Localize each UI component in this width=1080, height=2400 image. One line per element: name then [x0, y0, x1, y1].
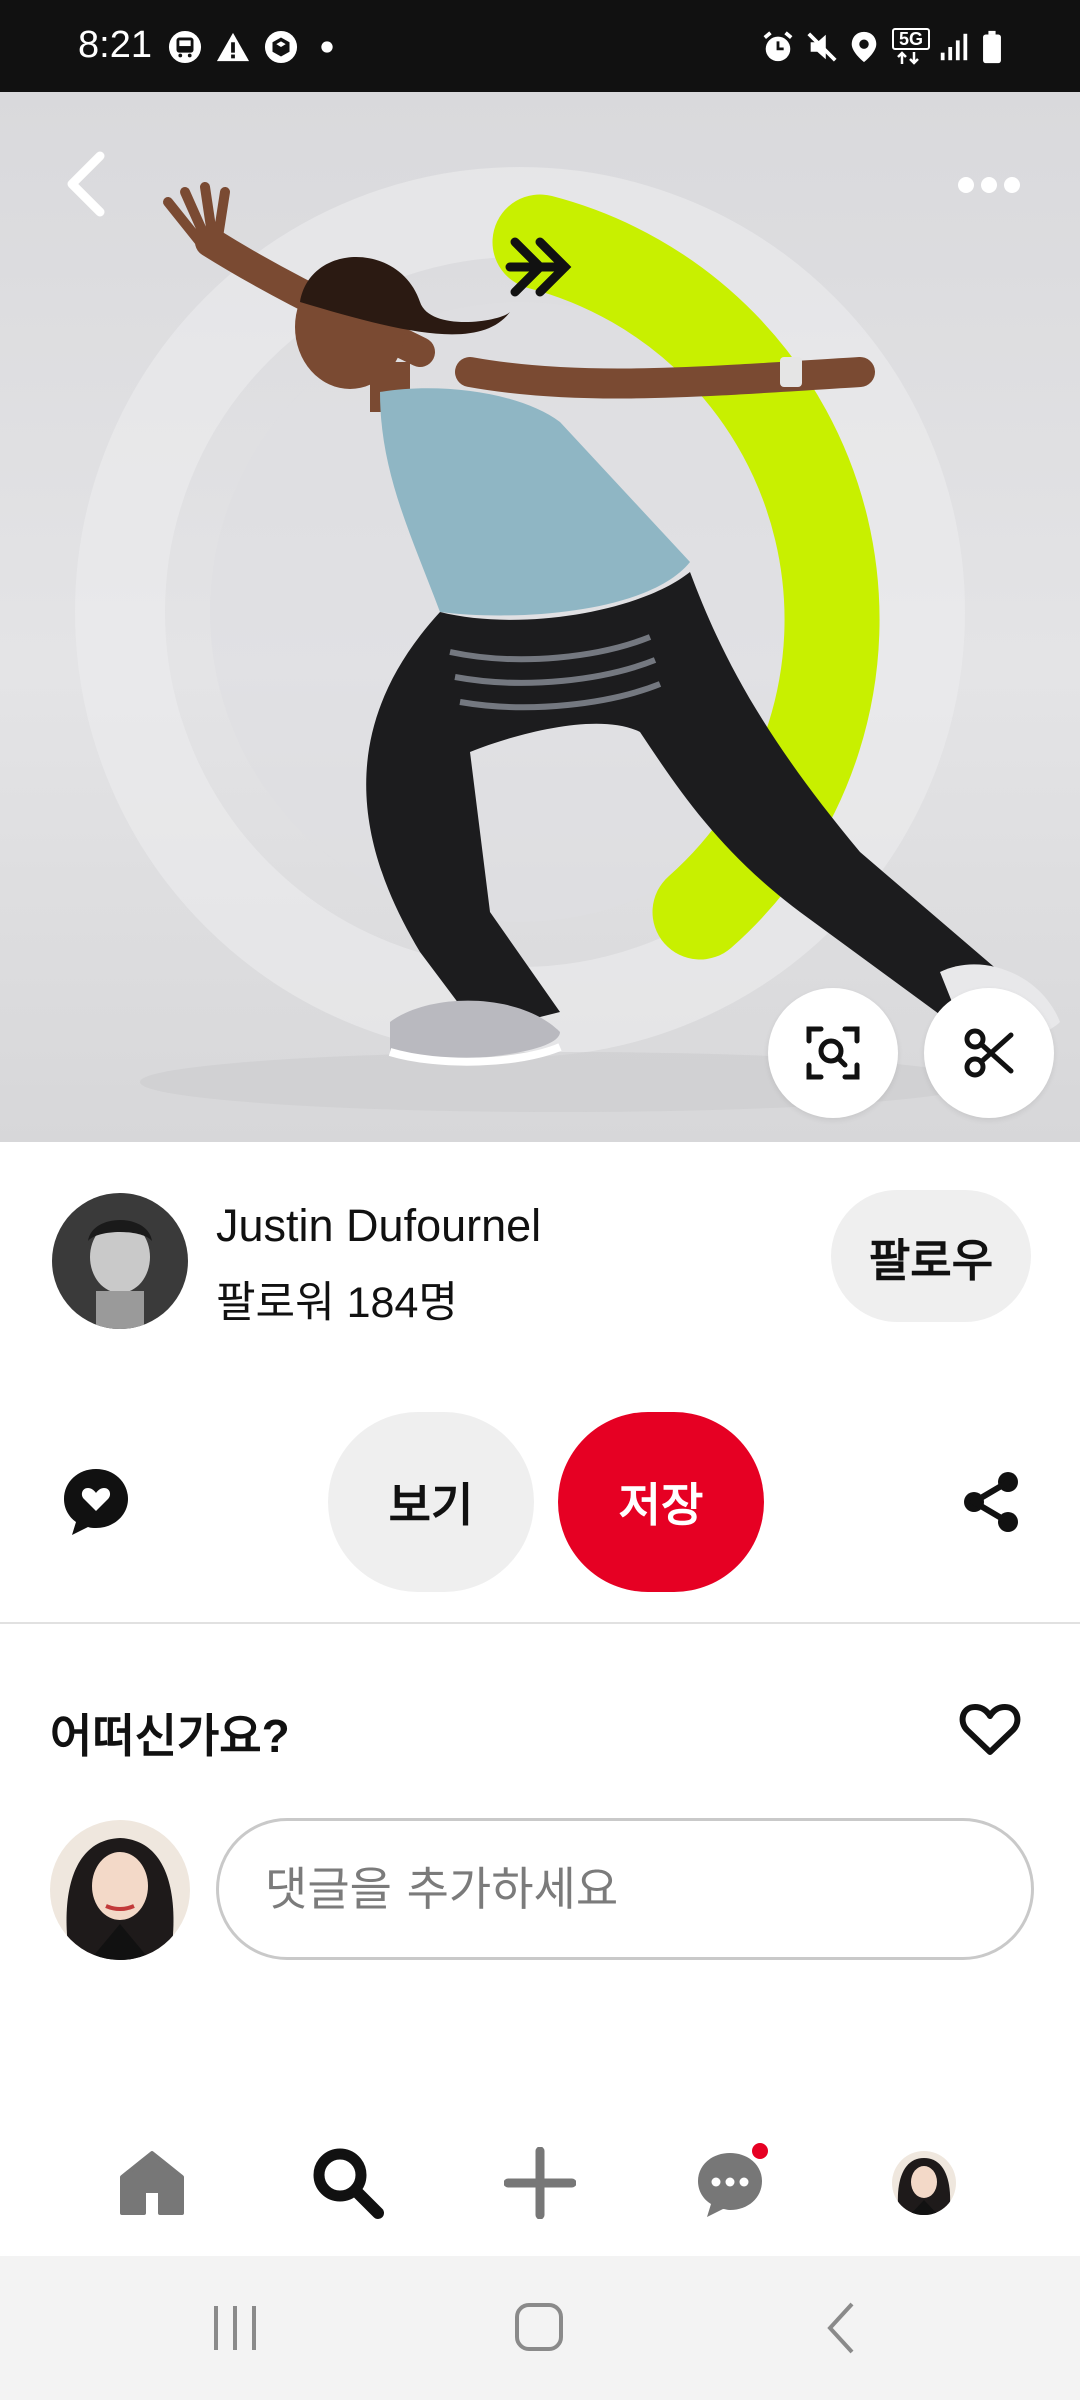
- location-icon: [851, 31, 877, 63]
- profile-avatar: [892, 2151, 956, 2215]
- more-options-icon[interactable]: [954, 170, 1024, 200]
- nav-messages[interactable]: [672, 2110, 792, 2256]
- section-divider: [0, 1622, 1080, 1624]
- battery-icon: [983, 30, 1001, 64]
- dot-icon: [321, 41, 333, 53]
- comment-input[interactable]: [216, 1818, 1034, 1960]
- nav-search[interactable]: [288, 2110, 408, 2256]
- package-icon: [264, 30, 298, 64]
- status-time: 8:21: [78, 24, 152, 66]
- home-button[interactable]: [512, 2300, 566, 2354]
- nav-create[interactable]: [480, 2110, 600, 2256]
- runner-illustration: [75, 167, 1060, 1112]
- messages-icon: [698, 2143, 768, 2217]
- home-icon: [120, 2151, 184, 2215]
- user-avatar: [50, 1820, 190, 1960]
- follow-button[interactable]: 팔로우: [831, 1190, 1031, 1322]
- bottom-navigation: [0, 2110, 1080, 2256]
- view-button[interactable]: 보기: [328, 1412, 534, 1592]
- system-navigation-bar: [0, 2256, 1080, 2400]
- signal-icon: [940, 33, 968, 61]
- comment-reaction-icon[interactable]: [60, 1465, 132, 1539]
- notification-dot: [752, 2143, 768, 2159]
- back-button[interactable]: [822, 2300, 862, 2356]
- mute-icon: [807, 32, 837, 62]
- heart-icon[interactable]: [958, 1700, 1022, 1758]
- visual-search-button[interactable]: [768, 988, 898, 1118]
- status-bar: 8:21 5G: [0, 0, 1080, 92]
- nav-profile[interactable]: [864, 2110, 984, 2256]
- comments-heading: 어떠신가요?: [50, 1710, 290, 1762]
- share-icon[interactable]: [960, 1470, 1022, 1534]
- save-button[interactable]: 저장: [558, 1412, 764, 1592]
- pin-image[interactable]: [0, 92, 1080, 1142]
- author-avatar[interactable]: [52, 1193, 188, 1329]
- nav-home[interactable]: [92, 2110, 212, 2256]
- recents-button[interactable]: [210, 2302, 260, 2354]
- back-arrow-icon[interactable]: [60, 148, 112, 220]
- search-icon: [313, 2148, 384, 2219]
- lens-search-icon: [806, 1026, 860, 1080]
- bus-icon: [168, 30, 202, 64]
- add-icon: [504, 2147, 576, 2219]
- warning-icon: [216, 32, 250, 62]
- scissors-icon: [964, 1028, 1014, 1078]
- author-name[interactable]: Justin Dufournel: [216, 1200, 541, 1252]
- follower-count: 팔로워 184명: [216, 1279, 458, 1327]
- crop-button[interactable]: [924, 988, 1054, 1118]
- alarm-icon: [763, 31, 793, 62]
- 5g-icon: 5G: [892, 28, 930, 66]
